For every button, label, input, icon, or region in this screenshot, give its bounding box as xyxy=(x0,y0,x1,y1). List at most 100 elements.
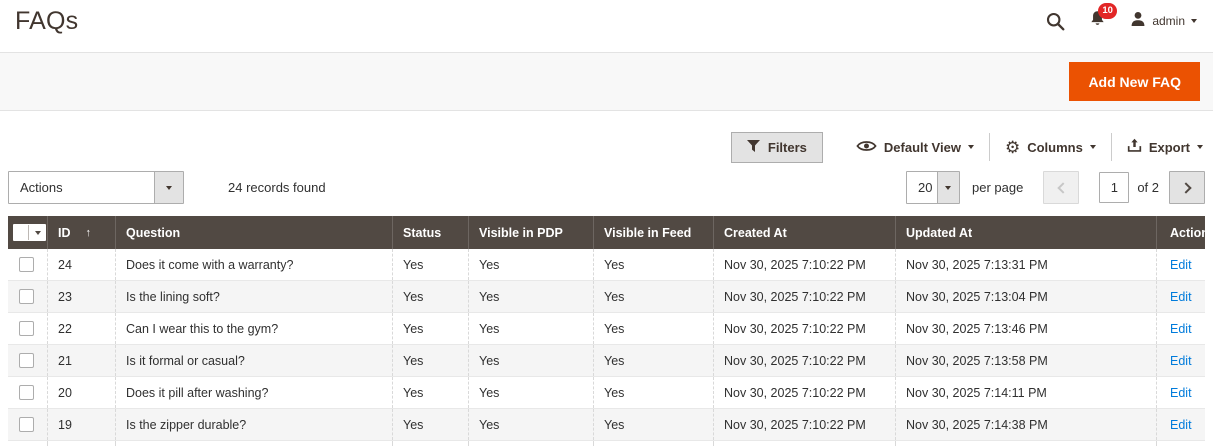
edit-link[interactable]: Edit xyxy=(1170,354,1192,368)
cell-question: Does it pill after washing? xyxy=(115,377,392,408)
partial-row xyxy=(8,441,1205,446)
filters-label: Filters xyxy=(767,139,807,155)
select-all-checkbox[interactable] xyxy=(13,224,46,241)
cell-updated-at: Nov 30, 2025 7:13:46 PM xyxy=(895,313,1156,344)
cell-status: Yes xyxy=(392,345,468,376)
chevron-down-icon xyxy=(1191,19,1197,23)
per-page-select[interactable]: 20 xyxy=(905,171,960,204)
row-checkbox[interactable] xyxy=(19,385,34,400)
chevron-down-icon xyxy=(1197,145,1203,149)
faq-grid: ID ↑ Question Status Visible in PDP Visi… xyxy=(8,216,1205,446)
page-title: FAQs xyxy=(15,7,79,35)
chevron-down-icon xyxy=(34,230,41,235)
grid-toolbar: Filters Default View ⚙ Columns Export xyxy=(730,131,1205,163)
cell-updated-at: Nov 30, 2025 7:13:31 PM xyxy=(895,249,1156,280)
edit-link[interactable]: Edit xyxy=(1170,418,1192,432)
page-action-band: Add New FAQ xyxy=(0,52,1213,111)
add-new-faq-button[interactable]: Add New FAQ xyxy=(1069,62,1200,101)
cell-visible-in-pdp: Yes xyxy=(468,313,593,344)
gear-icon: ⚙ xyxy=(1004,137,1021,157)
table-row: 24 Does it come with a warranty? Yes Yes… xyxy=(8,249,1205,281)
edit-link[interactable]: Edit xyxy=(1170,386,1192,400)
cell-visible-in-feed: Yes xyxy=(593,345,713,376)
export-label: Export xyxy=(1148,139,1190,155)
row-checkbox[interactable] xyxy=(19,353,34,368)
actions-select[interactable]: Actions xyxy=(8,171,184,204)
cell-updated-at: Nov 30, 2025 7:14:38 PM xyxy=(895,409,1156,440)
cell-created-at: Nov 30, 2025 7:10:22 PM xyxy=(713,377,895,408)
edit-link[interactable]: Edit xyxy=(1170,322,1192,336)
edit-link[interactable]: Edit xyxy=(1170,258,1192,272)
filter-funnel-icon xyxy=(746,139,760,155)
next-page-button[interactable] xyxy=(1169,171,1205,204)
cell-visible-in-pdp: Yes xyxy=(468,409,593,440)
row-checkbox[interactable] xyxy=(19,417,34,432)
chevron-down-icon xyxy=(945,185,952,190)
per-page-label: per page xyxy=(971,180,1024,195)
column-header-visible-in-pdp[interactable]: Visible in PDP xyxy=(468,216,593,249)
chevron-left-icon xyxy=(1057,181,1069,194)
filters-button[interactable]: Filters xyxy=(730,131,823,163)
header-actions: 10 admin xyxy=(1046,2,1197,33)
table-row: 21 Is it formal or casual? Yes Yes Yes N… xyxy=(8,345,1205,377)
default-view-label: Default View xyxy=(883,139,961,155)
cell-question: Does it come with a warranty? xyxy=(115,249,392,280)
column-header-updated-at[interactable]: Updated At xyxy=(895,216,1156,249)
notification-count-badge: 10 xyxy=(1098,2,1117,19)
faq-admin-page: FAQs 10 admin Add New FAQ Filters Defaul… xyxy=(0,0,1213,447)
select-caret-button[interactable] xyxy=(154,172,183,203)
user-icon xyxy=(1130,11,1146,32)
eye-icon xyxy=(856,139,877,156)
table-row: 19 Is the zipper durable? Yes Yes Yes No… xyxy=(8,409,1205,441)
row-checkbox[interactable] xyxy=(19,321,34,336)
cell-status: Yes xyxy=(392,409,468,440)
current-page-input[interactable] xyxy=(1099,172,1130,203)
export-button[interactable]: Export xyxy=(1112,133,1205,161)
column-header-status[interactable]: Status xyxy=(392,216,468,249)
cell-status: Yes xyxy=(392,313,468,344)
cell-created-at: Nov 30, 2025 7:10:22 PM xyxy=(713,345,895,376)
cell-question: Is the lining soft? xyxy=(115,281,392,312)
edit-link[interactable]: Edit xyxy=(1170,290,1192,304)
cell-visible-in-pdp: Yes xyxy=(468,281,593,312)
column-header-id[interactable]: ID ↑ xyxy=(47,216,115,249)
cell-created-at: Nov 30, 2025 7:10:22 PM xyxy=(713,249,895,280)
columns-label: Columns xyxy=(1027,139,1083,155)
cell-id: 21 xyxy=(47,345,115,376)
export-icon xyxy=(1127,138,1142,156)
cell-question: Can I wear this to the gym? xyxy=(115,313,392,344)
columns-button[interactable]: ⚙ Columns xyxy=(990,133,1111,161)
cell-status: Yes xyxy=(392,249,468,280)
cell-question: Is it formal or casual? xyxy=(115,345,392,376)
previous-page-button xyxy=(1043,171,1080,204)
cell-id: 20 xyxy=(47,377,115,408)
cell-created-at: Nov 30, 2025 7:10:22 PM xyxy=(713,409,895,440)
cell-updated-at: Nov 30, 2025 7:13:58 PM xyxy=(895,345,1156,376)
grid-body: 24 Does it come with a warranty? Yes Yes… xyxy=(8,249,1205,441)
row-checkbox[interactable] xyxy=(19,289,34,304)
search-icon[interactable] xyxy=(1046,12,1065,31)
select-caret-button[interactable] xyxy=(936,172,959,203)
cell-id: 19 xyxy=(47,409,115,440)
chevron-down-icon xyxy=(166,185,172,190)
cell-created-at: Nov 30, 2025 7:10:22 PM xyxy=(713,313,895,344)
row-checkbox[interactable] xyxy=(19,257,34,272)
column-header-action: Action xyxy=(1156,216,1205,249)
cell-visible-in-feed: Yes xyxy=(593,409,713,440)
cell-visible-in-feed: Yes xyxy=(593,377,713,408)
grid-header-row: ID ↑ Question Status Visible in PDP Visi… xyxy=(8,216,1205,249)
cell-visible-in-feed: Yes xyxy=(593,249,713,280)
default-view-button[interactable]: Default View xyxy=(841,133,989,161)
grid-controls: Actions 24 records found 20 per page of … xyxy=(8,171,1205,204)
column-header-created-at[interactable]: Created At xyxy=(713,216,895,249)
column-header-visible-in-feed[interactable]: Visible in Feed xyxy=(593,216,713,249)
admin-menu[interactable]: admin xyxy=(1130,11,1197,32)
cell-status: Yes xyxy=(392,377,468,408)
admin-label: admin xyxy=(1152,14,1185,28)
notifications-button[interactable]: 10 xyxy=(1089,2,1117,33)
chevron-down-icon xyxy=(1089,145,1096,149)
chevron-right-icon xyxy=(1179,181,1192,194)
cell-status: Yes xyxy=(392,281,468,312)
cell-id: 24 xyxy=(47,249,115,280)
column-header-question[interactable]: Question xyxy=(115,216,392,249)
